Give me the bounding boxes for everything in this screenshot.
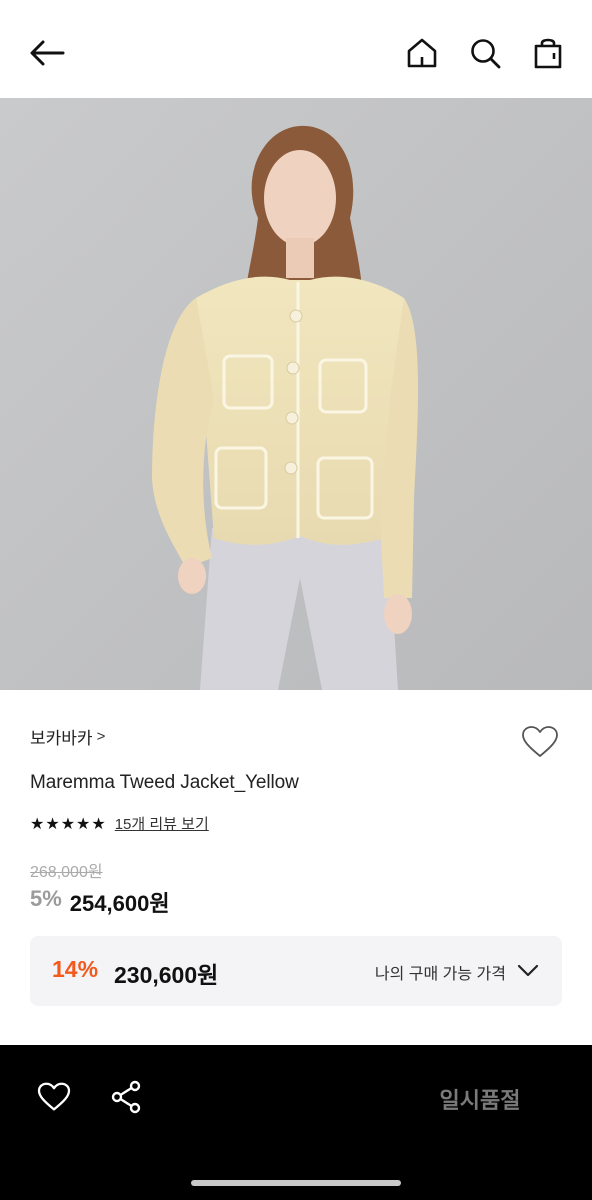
my-discount-rate: 14% — [52, 956, 99, 982]
product-info-section: 보카바카 > Maremma Tweed Jacket_Yellow ★★★★★… — [0, 690, 592, 1045]
heart-outline-icon — [37, 1082, 71, 1111]
home-indicator — [191, 1180, 401, 1186]
home-button[interactable] — [400, 30, 444, 76]
my-price: 230,600원 — [114, 962, 219, 988]
arrow-left-icon — [30, 40, 65, 66]
product-photo — [0, 98, 592, 690]
brand-name: 보카바카 — [30, 729, 93, 748]
heart-outline-icon — [522, 726, 558, 757]
chevron-right-icon: > — [96, 728, 106, 745]
rating-row: ★★★★★ 15개 리뷰 보기 — [30, 813, 209, 834]
bottom-action-bar: 일시품절 — [0, 1045, 592, 1200]
star-rating: ★★★★★ — [30, 815, 107, 833]
sale-price: 254,600원 — [69, 891, 170, 916]
brand-link[interactable]: 보카바카 > — [30, 724, 105, 749]
share-icon — [111, 1080, 141, 1114]
my-price-dropdown[interactable]: 14% 230,600원 나의 구매 가능 가격 — [30, 936, 562, 1006]
sold-out-status-button: 일시품절 — [439, 1088, 521, 1113]
product-name: Maremma Tweed Jacket_Yellow — [30, 772, 299, 793]
share-button[interactable] — [104, 1075, 148, 1119]
chevron-down-icon — [517, 964, 539, 977]
review-link[interactable]: 15개 리뷰 보기 — [115, 813, 209, 834]
shopping-bag-icon — [534, 38, 562, 69]
cart-button[interactable] — [526, 30, 570, 76]
product-image-carousel[interactable] — [0, 98, 592, 690]
back-button[interactable] — [22, 30, 72, 76]
like-button[interactable] — [32, 1075, 76, 1119]
search-icon — [471, 39, 501, 69]
wishlist-button[interactable] — [518, 720, 562, 764]
original-price: 268,000원 — [30, 864, 103, 881]
sale-price-row: 5% 254,600원 — [30, 886, 170, 918]
my-price-label: 나의 구매 가능 가격 — [374, 966, 506, 983]
top-navigation-bar — [0, 0, 592, 98]
search-button[interactable] — [463, 30, 507, 76]
home-icon — [407, 38, 437, 68]
discount-rate: 5% — [30, 886, 62, 911]
